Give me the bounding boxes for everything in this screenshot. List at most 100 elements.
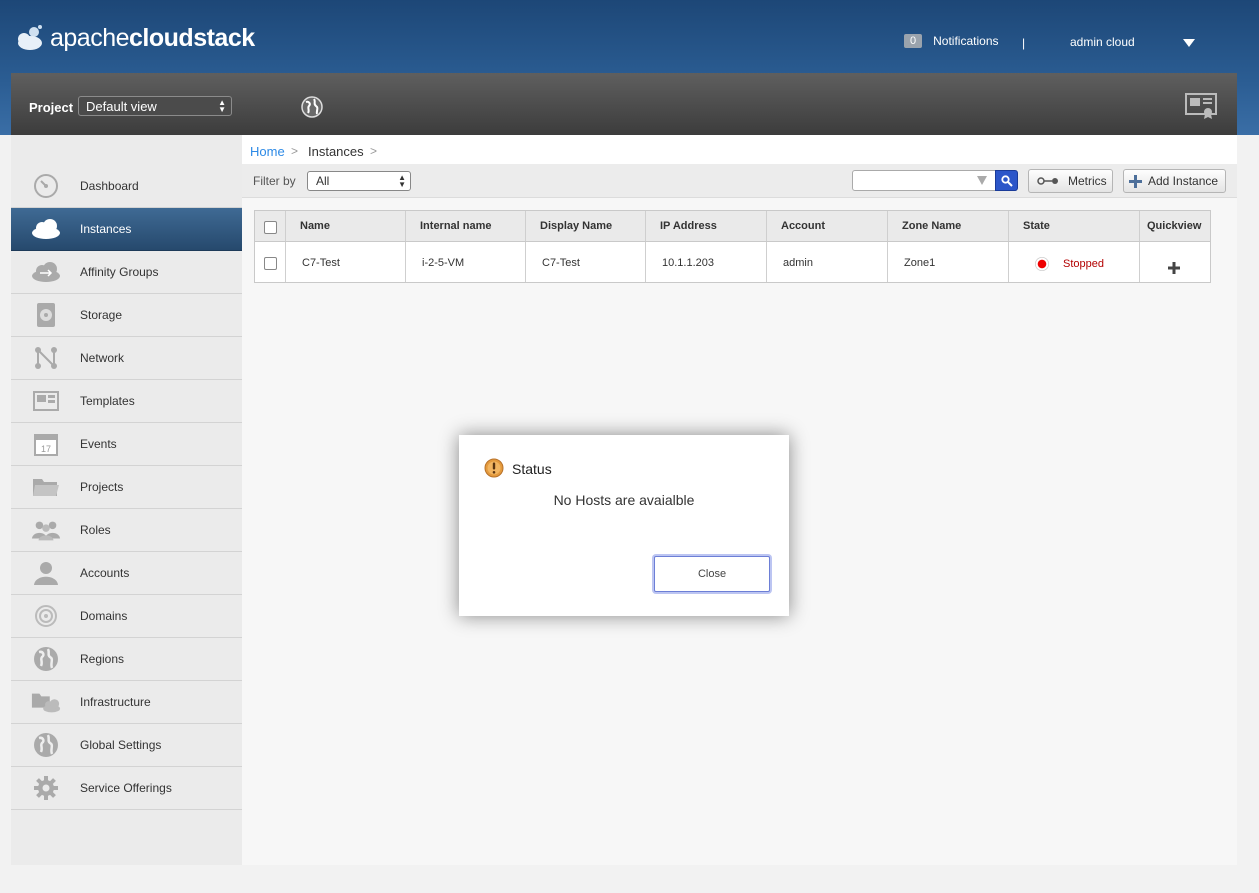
- search-input[interactable]: [852, 170, 996, 191]
- project-label: Project: [29, 100, 74, 115]
- sidebar-item-templates[interactable]: Templates: [11, 380, 242, 423]
- breadcrumb-separator: >: [370, 144, 378, 158]
- metrics-label: Metrics: [1068, 174, 1107, 188]
- sidebar-item-label: Network: [80, 351, 125, 365]
- column-header-state[interactable]: State: [1009, 211, 1140, 241]
- dashboard-icon: [31, 173, 61, 199]
- templates-icon: [31, 388, 61, 414]
- notifications[interactable]: 0 Notifications: [904, 34, 999, 48]
- column-header-zone-name[interactable]: Zone Name: [888, 211, 1009, 241]
- notifications-label: Notifications: [933, 34, 999, 48]
- gear-icon: [31, 775, 61, 801]
- sidebar-item-label: Dashboard: [80, 179, 139, 193]
- notifications-count-badge: 0: [904, 34, 923, 48]
- column-header-name[interactable]: Name: [286, 211, 406, 241]
- sidebar-item-instances[interactable]: Instances: [11, 208, 242, 251]
- add-instance-button[interactable]: Add Instance: [1123, 169, 1226, 193]
- sidebar-item-label: Instances: [80, 222, 132, 236]
- column-header-internal-name[interactable]: Internal name: [406, 211, 526, 241]
- state-text: Stopped: [1063, 258, 1104, 270]
- sidebar-item-dashboard[interactable]: Dashboard: [11, 165, 242, 208]
- instances-table: Name Internal name Display Name IP Addre…: [254, 210, 1211, 283]
- column-header-account[interactable]: Account: [767, 211, 888, 241]
- add-instance-label: Add Instance: [1148, 174, 1219, 188]
- sidebar-item-label: Events: [80, 437, 117, 451]
- calendar-icon: 17: [31, 431, 61, 457]
- sidebar-item-affinity-groups[interactable]: Affinity Groups: [11, 251, 242, 294]
- cell-name[interactable]: C7-Test: [286, 242, 406, 282]
- warning-icon: [484, 458, 504, 478]
- domains-icon: [31, 603, 61, 629]
- plus-icon: [1129, 174, 1142, 188]
- dialog-message: No Hosts are avaialble: [553, 492, 695, 508]
- folder-icon: [31, 474, 61, 500]
- sidebar-item-label: Projects: [80, 480, 124, 494]
- sidebar-item-global-settings[interactable]: Global Settings: [11, 724, 242, 767]
- user-icon: [31, 560, 61, 586]
- stopped-status-icon: [1035, 257, 1049, 271]
- sidebar-item-label: Regions: [80, 652, 125, 666]
- filter-select[interactable]: All ▲ ▼: [307, 171, 411, 191]
- sidebar-item-label: Domains: [80, 609, 128, 623]
- header-separator: |: [1022, 36, 1026, 50]
- column-header-ip-address[interactable]: IP Address: [646, 211, 767, 241]
- filter-select-value: All: [316, 174, 330, 188]
- table-row[interactable]: C7-Test i-2-5-VM C7-Test 10.1.1.203 admi…: [255, 242, 1210, 282]
- list-toolbar: Filter by All ▲ ▼ Metrics Add Instance: [242, 164, 1237, 198]
- user-menu-name[interactable]: admin cloud: [1070, 35, 1135, 49]
- sidebar-item-label: Storage: [80, 308, 123, 322]
- filter-label: Filter by: [253, 174, 296, 188]
- user-menu-caret-icon[interactable]: [1183, 39, 1195, 47]
- sidebar-item-label: Service Offerings: [80, 781, 172, 795]
- row-select-cell: [255, 242, 286, 282]
- globe-icon[interactable]: [301, 96, 323, 118]
- sidebar-item-label: Templates: [80, 394, 135, 408]
- quickview-plus-icon[interactable]: [1168, 262, 1180, 274]
- sidebar-item-storage[interactable]: Storage: [11, 294, 242, 337]
- cell-display-name: C7-Test: [526, 242, 646, 282]
- project-select[interactable]: Default view ▲ ▼: [78, 96, 232, 116]
- close-button[interactable]: Close: [654, 556, 770, 592]
- sidebar-item-accounts[interactable]: Accounts: [11, 552, 242, 595]
- cell-state: Stopped: [1009, 242, 1140, 282]
- settings-globe-icon: [31, 732, 61, 758]
- search-button[interactable]: [995, 170, 1018, 191]
- metrics-button[interactable]: Metrics: [1028, 169, 1113, 193]
- dialog-title: Status: [512, 461, 552, 477]
- search-icon: [1000, 174, 1013, 187]
- sidebar-item-label: Accounts: [80, 566, 130, 580]
- project-navbar: Project Default view ▲ ▼: [11, 73, 1237, 135]
- sidebar: Dashboard Instances Affinity Groups Stor…: [11, 135, 242, 865]
- sidebar-item-regions[interactable]: Regions: [11, 638, 242, 681]
- sidebar-item-domains[interactable]: Domains: [11, 595, 242, 638]
- status-dialog: Status No Hosts are avaialble Close: [459, 435, 789, 616]
- cell-quickview: [1140, 242, 1208, 282]
- cell-ip-address: 10.1.1.203: [646, 242, 767, 282]
- column-header-display-name[interactable]: Display Name: [526, 211, 646, 241]
- sidebar-item-roles[interactable]: Roles: [11, 509, 242, 552]
- affinity-icon: [31, 259, 61, 285]
- sidebar-item-label: Global Settings: [80, 738, 162, 752]
- infrastructure-icon: [31, 689, 61, 715]
- cloud-icon: [31, 216, 61, 242]
- cell-account: admin: [767, 242, 888, 282]
- sidebar-item-infrastructure[interactable]: Infrastructure: [11, 681, 242, 724]
- logo-text: apachecloudstack: [50, 23, 255, 52]
- breadcrumb: Home > Instances >: [242, 135, 1237, 164]
- sidebar-item-events[interactable]: 17 Events: [11, 423, 242, 466]
- certificate-icon[interactable]: [1184, 92, 1218, 120]
- cloudstack-logo[interactable]: apachecloudstack: [16, 20, 255, 56]
- row-checkbox[interactable]: [264, 257, 277, 270]
- globe-icon: [31, 646, 61, 672]
- select-all-checkbox[interactable]: [264, 221, 277, 234]
- project-select-value: Default view: [86, 99, 157, 114]
- search-options-caret-icon[interactable]: [977, 176, 987, 185]
- breadcrumb-home-link[interactable]: Home: [250, 144, 285, 159]
- select-all-cell: [255, 211, 286, 241]
- network-icon: [31, 345, 61, 371]
- sidebar-item-projects[interactable]: Projects: [11, 466, 242, 509]
- breadcrumb-current[interactable]: Instances: [308, 144, 364, 159]
- sidebar-item-network[interactable]: Network: [11, 337, 242, 380]
- sidebar-item-service-offerings[interactable]: Service Offerings: [11, 767, 242, 810]
- cell-zone-name: Zone1: [888, 242, 1009, 282]
